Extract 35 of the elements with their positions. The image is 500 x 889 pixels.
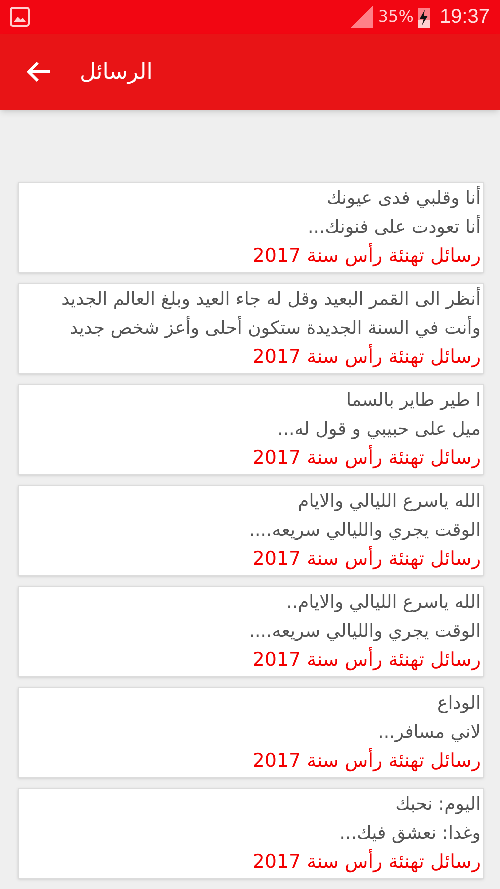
message-text: أنظر الى القمر البعيد وقل له جاء العيد وبلغ العالم الجديد: [60, 286, 481, 312]
message-text: أنا تعودت على فنونك...: [307, 214, 481, 240]
message-text: الله ياسرع الليالي والايام..: [286, 591, 481, 615]
category-label: رسائل تهنئة رأس سنة 2017: [252, 343, 481, 370]
category-label: رسائل تهنئة رأس سنة 2017: [252, 242, 481, 269]
category-label: رسائل تهنئة رأس سنة 2017: [252, 747, 481, 774]
clock: 19:37: [440, 5, 490, 30]
message-text: الوداع: [436, 692, 481, 716]
message-text: وأنت في السنة الجديدة ستكون أحلى وأعز شخص جديد: [68, 315, 481, 341]
battery-charging-icon: [418, 6, 430, 28]
category-label: رسائل تهنئة رأس سنة 2017: [252, 545, 481, 572]
image-notification-icon: [10, 7, 30, 27]
category-label: رسائل تهنئة رأس سنة 2017: [252, 848, 481, 875]
message-card[interactable]: أنا وقلبي فدى عيونك أنا تعودت على فنونك... رسائل تهنئة رأس سنة 2017: [18, 182, 484, 273]
message-card[interactable]: أنظر الى القمر البعيد وقل له جاء العيد وبلغ العالم الجديد وأنت في السنة الجديدة ستكون أحلى وأعز شخص جديد رسائل تهنئة رأس سنة 2017: [18, 283, 484, 374]
message-text: الوقت يجري والليالي سريعه....: [248, 620, 481, 644]
category-label: رسائل تهنئة رأس سنة 2017: [252, 444, 481, 471]
message-text: وغدا: نعشق فيك...: [338, 822, 481, 846]
message-card[interactable]: اليوم: نحبك وغدا: نعشق فيك... رسائل تهنئة رأس سنة 2017: [18, 788, 484, 879]
message-card[interactable]: الله ياسرع الليالي والايام الوقت يجري والليالي سريعه.... رسائل تهنئة رأس سنة 2017: [18, 485, 484, 576]
message-text: اليوم: نحبك: [394, 793, 481, 817]
message-card[interactable]: ا طير طاير بالسما ميل على حبيبي و قول له... رسائل تهنئة رأس سنة 2017: [18, 384, 484, 475]
message-text: ا طير طاير بالسما: [345, 389, 481, 413]
back-arrow-icon[interactable]: [26, 60, 52, 84]
message-text: الوقت يجري والليالي سريعه....: [248, 519, 481, 543]
category-label: رسائل تهنئة رأس سنة 2017: [252, 646, 481, 673]
battery-percent: 35%: [378, 6, 414, 28]
message-card[interactable]: الوداع لاني مسافر... رسائل تهنئة رأس سنة 2017: [18, 687, 484, 778]
signal-icon: [351, 6, 374, 28]
message-card[interactable]: الله ياسرع الليالي والايام.. الوقت يجري والليالي سريعه.... رسائل تهنئة رأس سنة 2017: [18, 586, 484, 677]
screen-title: الرسائل: [80, 58, 153, 86]
message-text: الله ياسرع الليالي والايام: [297, 490, 481, 514]
message-text: أنا وقلبي فدى عيونك: [326, 185, 481, 211]
message-text: ميل على حبيبي و قول له...: [276, 418, 481, 442]
message-text: لاني مسافر...: [377, 721, 481, 745]
